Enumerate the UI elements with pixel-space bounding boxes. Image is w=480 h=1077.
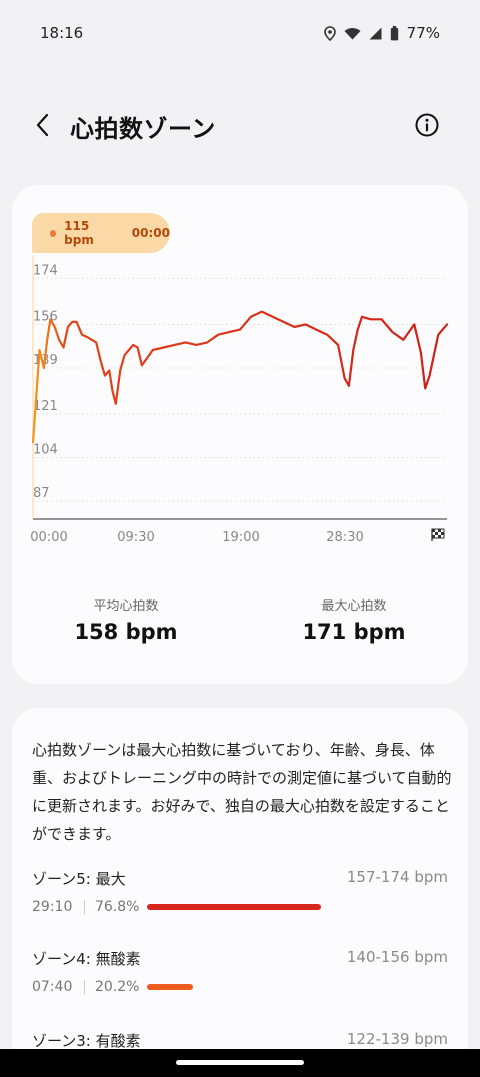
max-heart-rate-label: 最大心拍数 [321, 599, 387, 614]
chart-tooltip: 115 bpm 00:00 [32, 213, 170, 253]
zone-item[interactable]: ゾーン4: 無酸素 140-156 bpm 07:40 20.2% [32, 948, 448, 995]
status-icons: 77% [323, 24, 440, 42]
zones-description: 心拍数ゾーンは最大心拍数に基づいており、年齢、身長、体重、およびトレーニング中の… [32, 741, 452, 843]
zone-range: 140-156 bpm [346, 948, 448, 966]
zone-range: 122-139 bpm [346, 1030, 448, 1048]
info-button[interactable] [412, 110, 442, 140]
y-tick-label: 156 [33, 309, 58, 324]
tooltip-dot-icon [50, 229, 57, 237]
zone-percent: 76.8% [95, 899, 140, 915]
zone-divider [84, 980, 85, 994]
y-tick-label: 104 [33, 443, 58, 458]
app-header: 心拍数ゾーン [0, 100, 480, 150]
heart-rate-line [31, 310, 449, 444]
battery-percent: 77% [406, 24, 440, 42]
x-tick-label: 00:00 [30, 530, 67, 545]
status-bar: 18:16 77% [0, 0, 480, 66]
back-button[interactable] [28, 110, 56, 140]
chevron-left-icon [36, 113, 49, 137]
finish-flag-icon [431, 528, 445, 541]
status-time: 18:16 [40, 24, 84, 42]
avg-heart-rate: 平均心拍数 158 bpm [12, 595, 240, 644]
max-heart-rate-value: 171 bpm [302, 620, 406, 644]
zone-name: ゾーン4: 無酸素 [32, 950, 141, 968]
tooltip-time: 00:00 [131, 226, 170, 240]
x-tick-label: 09:30 [117, 530, 154, 545]
zone-name: ゾーン3: 有酸素 [32, 1032, 141, 1050]
zone-range: 157-174 bpm [346, 868, 448, 886]
info-icon [415, 113, 439, 137]
signal-icon [369, 27, 382, 39]
zone-bar [147, 984, 193, 990]
zone-time: 29:10 [32, 899, 73, 915]
wifi-icon [344, 27, 361, 39]
zone-divider [84, 900, 85, 914]
tooltip-bpm: 115 bpm [64, 219, 94, 247]
avg-heart-rate-value: 158 bpm [74, 620, 178, 644]
x-tick-label: 19:00 [222, 530, 259, 545]
page-title: 心拍数ゾーン [70, 115, 216, 143]
zone-bar [147, 904, 321, 910]
heart-rate-zones-card: 心拍数ゾーンは最大心拍数に基づいており、年齢、身長、体重、およびトレーニング中の… [12, 708, 468, 1068]
zone-time: 07:40 [32, 979, 73, 995]
y-tick-label: 87 [33, 486, 50, 501]
battery-icon [390, 25, 398, 40]
avg-heart-rate-label: 平均心拍数 [93, 599, 159, 614]
heart-rate-chart-card: 174 156 139 121 104 87 00:00 09:30 19:00 28:30 11… [12, 185, 468, 684]
location-icon [323, 25, 336, 41]
y-tick-label: 174 [33, 263, 58, 278]
heart-rate-stats: 平均心拍数 158 bpm 最大心拍数 171 bpm [12, 595, 468, 644]
zone-bar-track [147, 984, 373, 990]
zone-percent: 20.2% [95, 979, 140, 995]
zone-bar-track [147, 904, 373, 910]
home-handle[interactable] [176, 1060, 304, 1065]
zone-item[interactable]: ゾーン3: 有酸素 122-139 bpm [32, 1030, 448, 1051]
zone-name: ゾーン5: 最大 [32, 870, 126, 888]
zone-item[interactable]: ゾーン5: 最大 157-174 bpm 29:10 76.8% [32, 868, 448, 915]
x-tick-label: 28:30 [326, 530, 363, 545]
max-heart-rate: 最大心拍数 171 bpm [240, 595, 468, 644]
navigation-bar [0, 1049, 480, 1077]
